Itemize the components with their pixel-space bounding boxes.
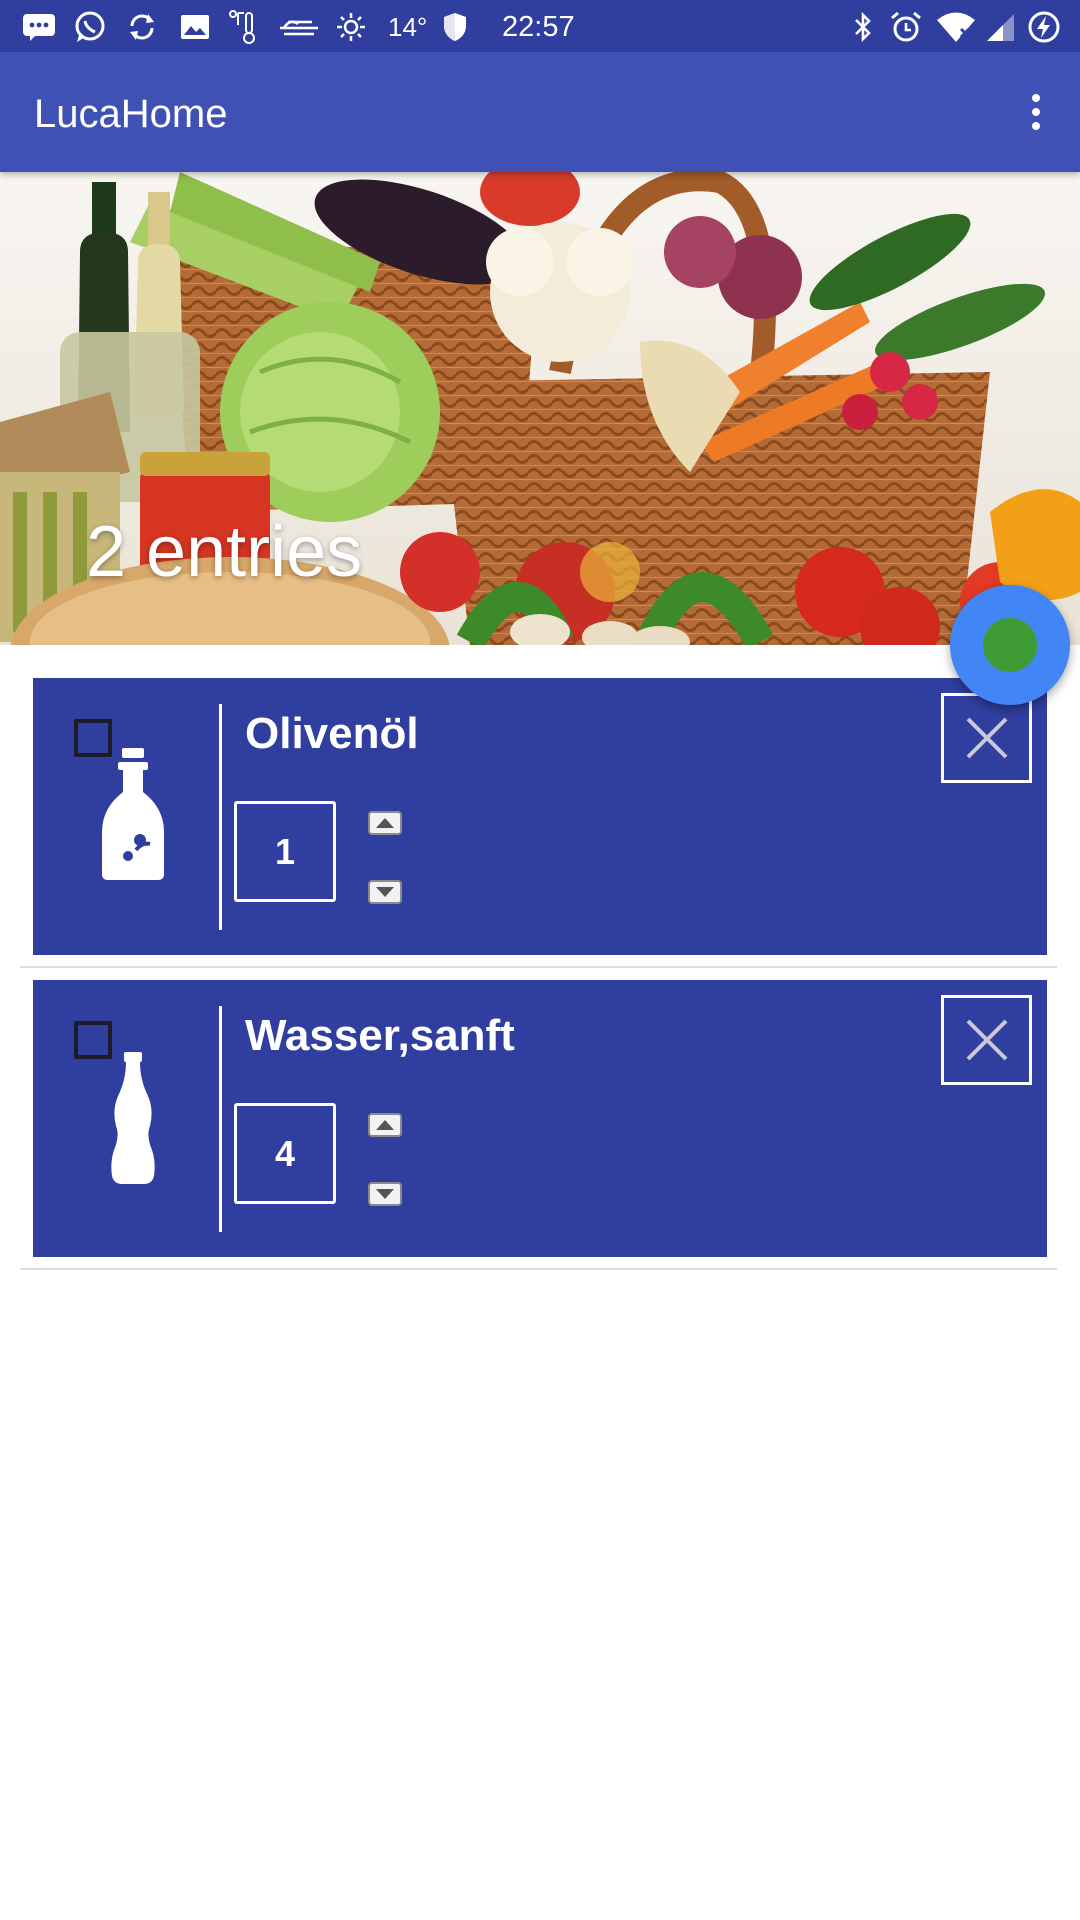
arrow-up-icon: [376, 818, 394, 828]
divider: [219, 704, 222, 930]
remove-item-button[interactable]: [941, 693, 1032, 783]
status-bar: 14° 22:57: [0, 0, 1080, 52]
message-icon: [20, 12, 58, 42]
list-item[interactable]: Olivenöl 1: [33, 678, 1047, 955]
entries-count: 2 entries: [86, 512, 363, 592]
divider: [219, 1006, 222, 1232]
shield-icon: [440, 12, 470, 42]
close-icon: [966, 717, 1007, 759]
alarm-icon: [888, 11, 924, 42]
increase-quantity-button[interactable]: [368, 1113, 402, 1137]
close-icon: [966, 1019, 1007, 1061]
app-bar: LucaHome: [0, 52, 1080, 172]
header-image: 2 entries: [0, 172, 1080, 645]
brightness-icon: [334, 12, 368, 42]
list-divider: [20, 1268, 1057, 1270]
oil-bottle-icon: [88, 748, 228, 888]
quantity-field[interactable]: 1: [234, 801, 336, 902]
sync-icon: [124, 12, 160, 42]
item-name: Olivenöl: [245, 709, 419, 758]
clock-text: 22:57: [502, 11, 575, 43]
more-vert-icon[interactable]: [1006, 80, 1066, 144]
water-bottle-icon: [88, 1050, 228, 1190]
status-dot-icon: [983, 618, 1037, 672]
whatsapp-icon: [72, 11, 108, 42]
decrease-quantity-button[interactable]: [368, 1182, 402, 1206]
increase-quantity-button[interactable]: [368, 811, 402, 835]
weather-icon: [278, 12, 320, 42]
wifi-icon: [934, 12, 978, 42]
arrow-down-icon: [376, 1189, 394, 1199]
arrow-down-icon: [376, 887, 394, 897]
app-title: LucaHome: [34, 92, 228, 136]
battery-charging-icon: [1026, 11, 1062, 43]
remove-item-button[interactable]: [941, 995, 1032, 1085]
list-item[interactable]: Wasser,sanft 4: [33, 980, 1047, 1257]
list-divider: [20, 966, 1057, 968]
temperature-text: 14°: [388, 12, 428, 42]
decrease-quantity-button[interactable]: [368, 880, 402, 904]
fab-button[interactable]: [950, 585, 1070, 705]
thermometer-icon: [228, 10, 264, 44]
signal-icon: [984, 12, 1016, 42]
image-icon: [178, 12, 212, 42]
quantity-field[interactable]: 4: [234, 1103, 336, 1204]
item-name: Wasser,sanft: [245, 1011, 515, 1060]
bluetooth-icon: [850, 11, 876, 43]
arrow-up-icon: [376, 1120, 394, 1130]
